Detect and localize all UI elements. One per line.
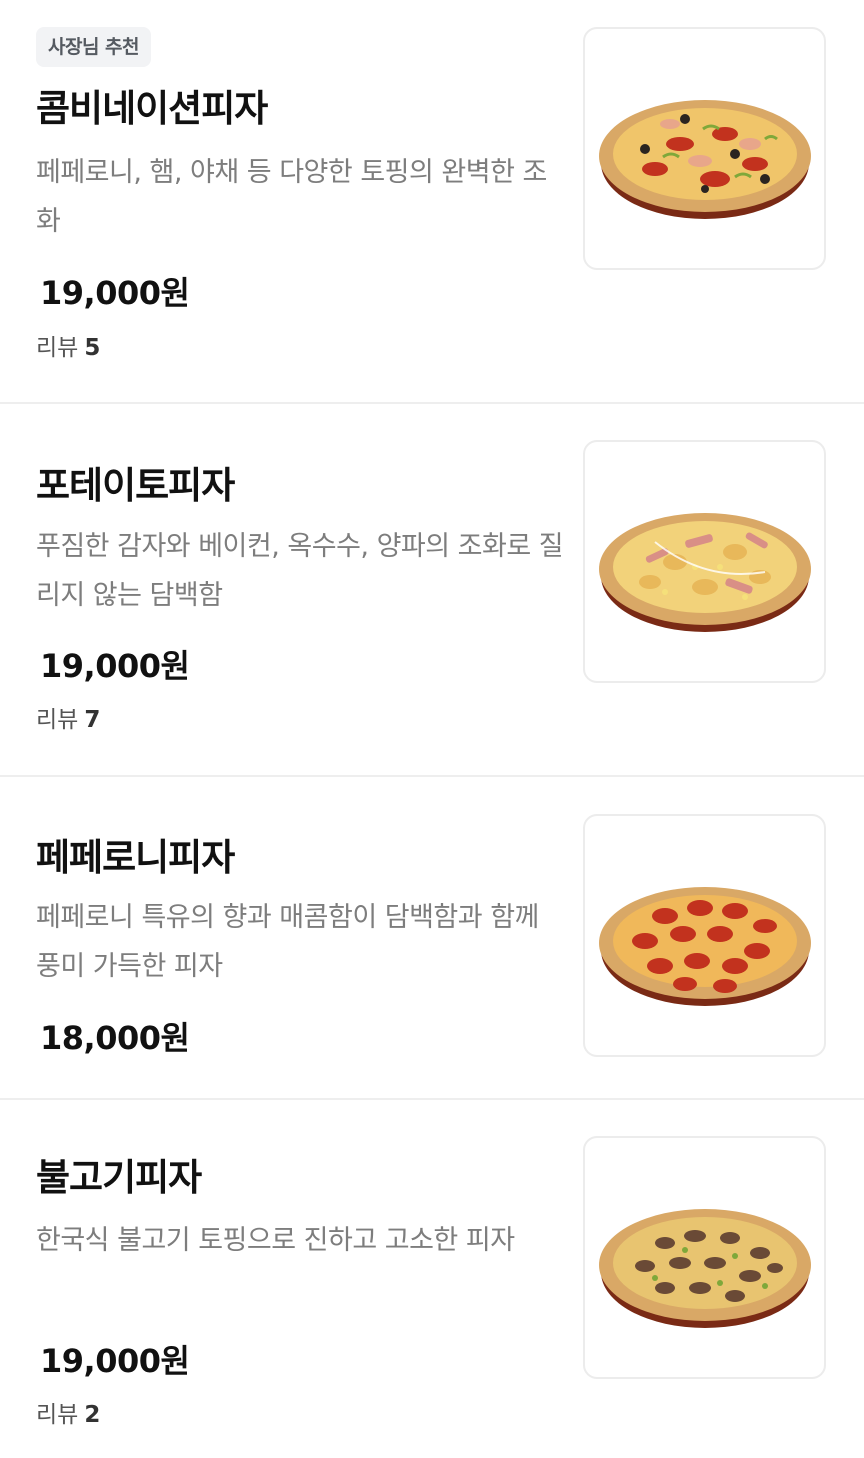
reviews-count: 7 (84, 707, 101, 733)
bulgogi-pizza-image (583, 1136, 826, 1379)
reviews-label: 리뷰 (36, 335, 79, 361)
menu-item-bulgogi-pizza[interactable]: 불고기피자 한국식 불고기 토핑으로 진하고 고소한 피자 19,000원 리뷰… (0, 1100, 864, 1458)
reviews-label: 리뷰 (36, 707, 79, 733)
menu-item-price: 18,000원 (40, 1019, 190, 1057)
menu-item-reviews: 리뷰 7 (36, 704, 100, 736)
menu-item-description: 푸짐한 감자와 베이컨, 옥수수, 양파의 조화로 질리지 않는 담백함 (36, 531, 564, 611)
menu-item-name: 콤비네이션피자 (36, 87, 268, 130)
reviews-label: 리뷰 (36, 1402, 79, 1428)
pepperoni-pizza-image (583, 814, 826, 1057)
recommendation-badge: 사장님 추천 (36, 27, 152, 67)
menu-item-name: 포테이토피자 (36, 464, 235, 507)
menu-item-reviews: 리뷰 5 (36, 332, 100, 364)
menu-item-price: 19,000원 (40, 647, 190, 685)
menu-item-name: 불고기피자 (36, 1156, 202, 1199)
menu-item-combination-pizza[interactable]: 사장님 추천 콤비네이션피자 페페로니, 햄, 야채 등 다양한 토핑의 완벽한… (0, 0, 864, 404)
menu-item-description: 한국식 불고기 토핑으로 진하고 고소한 피자 (36, 1225, 515, 1256)
menu-item-price: 19,000원 (40, 274, 190, 312)
menu-item-reviews: 리뷰 2 (36, 1399, 100, 1431)
menu-item-pepperoni-pizza[interactable]: 페페로니피자 페페로니 특유의 향과 매콤함이 담백함과 함께 풍미 가득한 피… (0, 777, 864, 1100)
potato-pizza-image (583, 440, 826, 683)
menu-item-potato-pizza[interactable]: 포테이토피자 푸짐한 감자와 베이컨, 옥수수, 양파의 조화로 질리지 않는 … (0, 404, 864, 777)
menu-list: 사장님 추천 콤비네이션피자 페페로니, 햄, 야채 등 다양한 토핑의 완벽한… (0, 0, 864, 1458)
reviews-count: 2 (84, 1402, 101, 1428)
reviews-count: 5 (84, 335, 101, 361)
menu-item-description: 페페로니, 햄, 야채 등 다양한 토핑의 완벽한 조화 (36, 157, 547, 237)
combination-pizza-image (583, 27, 826, 270)
menu-item-price: 19,000원 (40, 1342, 190, 1380)
menu-item-name: 페페로니피자 (36, 836, 235, 879)
menu-item-description: 페페로니 특유의 향과 매콤함이 담백함과 함께 풍미 가득한 피자 (36, 902, 539, 982)
